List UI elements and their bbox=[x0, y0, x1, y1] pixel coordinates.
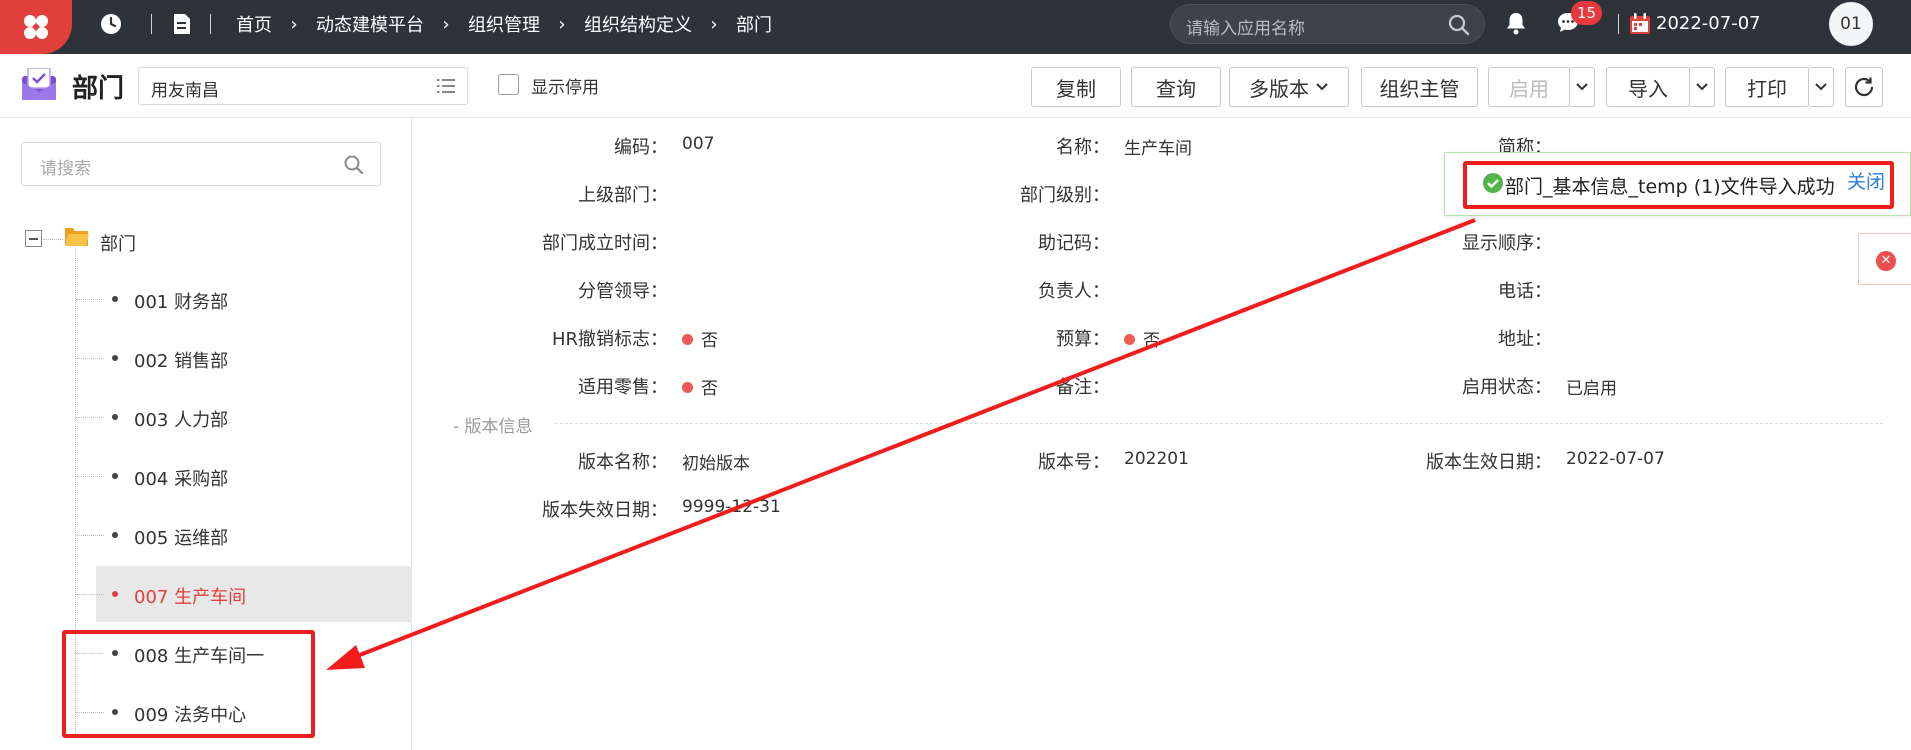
annotation-arrow bbox=[326, 218, 1476, 670]
